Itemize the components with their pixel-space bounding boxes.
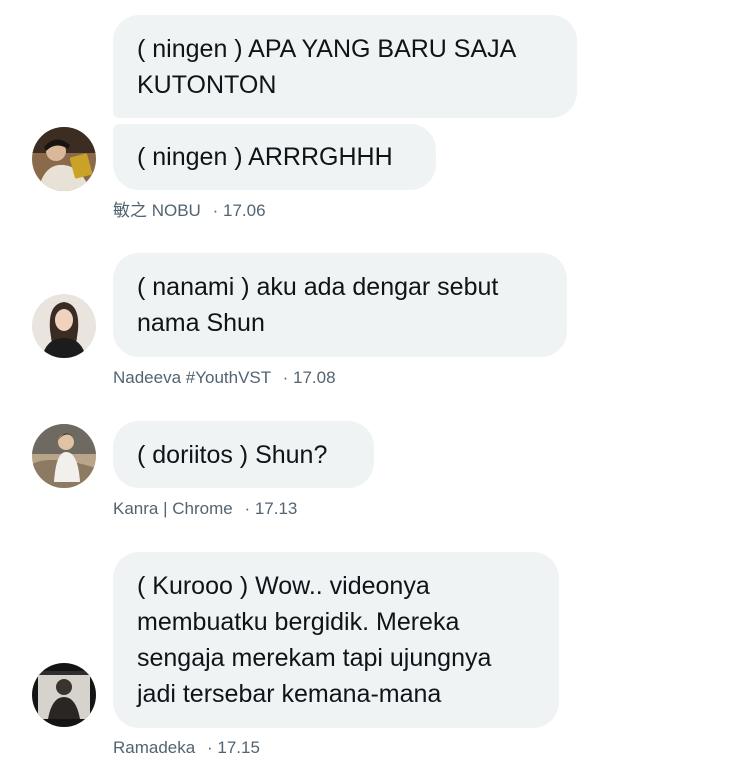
separator-dot: · (282, 368, 289, 387)
avatar[interactable] (32, 663, 96, 727)
avatar-image (32, 424, 96, 488)
message-text: ( doriitos ) Shun? (137, 440, 328, 469)
message-text: ( ningen ) APA YANG BARU SAJA KUTONTON (137, 34, 522, 99)
message-meta: 敏之 NOBU · 17.06 (113, 201, 266, 221)
avatar-image (32, 294, 96, 358)
separator-dot: · (244, 499, 251, 518)
message-meta: Ramadeka · 17.15 (113, 738, 260, 758)
message-bubble[interactable]: ( ningen ) ARRRGHHH (113, 124, 436, 190)
timestamp: 17.15 (217, 738, 260, 757)
avatar[interactable] (32, 294, 96, 358)
sender-name[interactable]: Ramadeka (113, 738, 195, 757)
message-text: ( ningen ) ARRRGHHH (137, 143, 393, 171)
message-bubble[interactable]: ( nanami ) aku ada dengar sebut nama Shu… (113, 253, 567, 357)
timestamp: 17.08 (293, 368, 336, 387)
message-meta: Kanra | Chrome · 17.13 (113, 499, 297, 519)
message-bubble[interactable]: ( doriitos ) Shun? (113, 421, 374, 488)
avatar-image (32, 663, 96, 727)
message-bubble[interactable]: ( Kurooo ) Wow.. videonya membuatku berg… (113, 552, 559, 728)
message-bubble[interactable]: ( ningen ) APA YANG BARU SAJA KUTONTON (113, 15, 577, 118)
timestamp: 17.13 (254, 499, 298, 518)
message-text: ( nanami ) aku ada dengar sebut nama Shu… (137, 273, 506, 337)
separator-dot: · (206, 738, 213, 757)
message-text: ( Kurooo ) Wow.. videonya membuatku berg… (137, 572, 499, 708)
sender-name[interactable]: Nadeeva #YouthVST (113, 368, 271, 387)
separator-dot: · (212, 201, 219, 220)
avatar[interactable] (32, 424, 96, 488)
message-meta: Nadeeva #YouthVST · 17.08 (113, 368, 336, 388)
avatar-image (32, 127, 96, 191)
avatar[interactable] (32, 127, 96, 191)
sender-name[interactable]: 敏之 NOBU (113, 201, 201, 220)
timestamp: 17.06 (222, 201, 266, 220)
sender-name[interactable]: Kanra | Chrome (113, 499, 233, 518)
